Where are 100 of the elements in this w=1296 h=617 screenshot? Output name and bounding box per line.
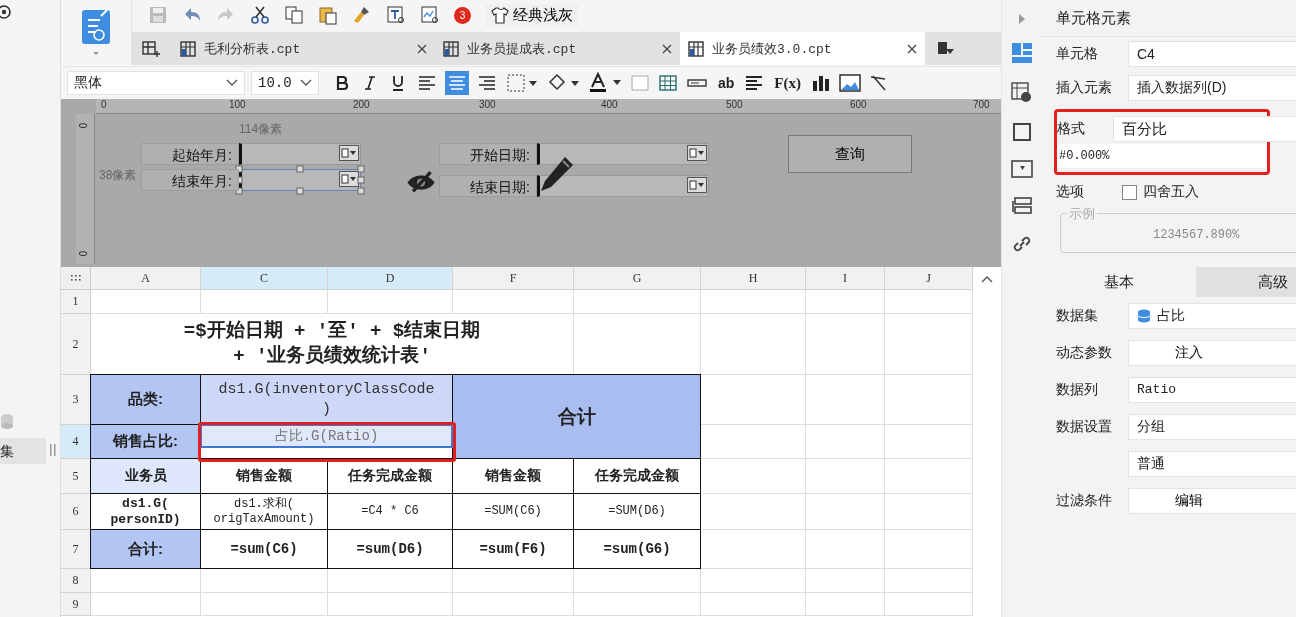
link-icon[interactable] xyxy=(1012,234,1032,254)
table-cell[interactable] xyxy=(201,593,328,616)
select-all-icon[interactable] xyxy=(70,274,81,282)
paste-icon[interactable] xyxy=(318,5,338,25)
cell-style-icon[interactable] xyxy=(629,72,651,94)
document-tab[interactable]: 业务员绩效3.0.cpt xyxy=(680,32,925,65)
table-cell[interactable] xyxy=(701,290,806,314)
table-cell[interactable]: 品类: xyxy=(90,374,201,425)
table-cell[interactable]: ds1.G(inventoryClassCode ) xyxy=(200,374,453,425)
table-cell[interactable]: 合计 xyxy=(452,374,701,459)
table-cell[interactable] xyxy=(885,375,973,425)
cell-element-icon[interactable] xyxy=(1011,42,1033,64)
row-header[interactable]: 5 xyxy=(61,459,91,494)
close-icon[interactable] xyxy=(907,43,917,54)
text-preview-icon[interactable] xyxy=(386,5,406,25)
calendar-dropdown-icon[interactable] xyxy=(339,145,359,161)
tab-list-icon[interactable] xyxy=(937,40,955,57)
table-cell[interactable] xyxy=(701,459,806,494)
rounding-checkbox[interactable]: 四舍五入 xyxy=(1122,183,1199,201)
table-cell[interactable]: 占比.G(Ratio) xyxy=(200,424,453,448)
image-icon[interactable] xyxy=(838,72,862,94)
eye-slash-icon[interactable] xyxy=(405,169,437,193)
table-cell[interactable] xyxy=(806,494,885,530)
panel-tab[interactable]: 高级 xyxy=(1196,267,1296,297)
table-cell[interactable] xyxy=(701,375,806,425)
calendar-dropdown-icon[interactable] xyxy=(687,145,707,161)
table-cell[interactable] xyxy=(885,494,973,530)
panel-item[interactable]: 集 xyxy=(0,438,46,464)
table-cell[interactable] xyxy=(701,494,806,530)
table-cell[interactable] xyxy=(91,290,201,314)
data-column-field[interactable]: Ratio xyxy=(1128,376,1296,403)
table-cell[interactable]: 合计: xyxy=(90,529,201,569)
document-tab[interactable]: 毛利分析表.cpt xyxy=(172,32,435,65)
chart-preview-icon[interactable] xyxy=(420,5,440,25)
table-cell[interactable] xyxy=(806,314,885,375)
column-header[interactable]: J xyxy=(885,267,973,290)
close-icon[interactable] xyxy=(417,43,427,54)
column-header[interactable]: A xyxy=(91,267,201,290)
table-cell[interactable]: =sum(G6) xyxy=(573,529,701,569)
widget-icon[interactable] xyxy=(1011,160,1033,178)
table-cell[interactable] xyxy=(885,290,973,314)
table-cell[interactable] xyxy=(885,569,973,593)
table-cell[interactable] xyxy=(885,530,973,569)
font-select[interactable]: 黑体 xyxy=(67,71,245,95)
dataset-select[interactable]: 占比 xyxy=(1128,302,1296,329)
formula-tool[interactable]: F(x) xyxy=(771,74,804,92)
row-header[interactable]: 3 xyxy=(61,375,91,425)
font-color-icon[interactable] xyxy=(587,71,623,95)
table-cell[interactable] xyxy=(806,290,885,314)
table-cell[interactable] xyxy=(91,569,201,593)
table-cell[interactable] xyxy=(701,593,806,616)
date-field[interactable] xyxy=(537,143,709,165)
text-tool[interactable]: ab xyxy=(715,75,738,91)
table-cell[interactable] xyxy=(453,593,574,616)
table-cell[interactable] xyxy=(701,425,806,459)
table-cell[interactable]: 销售占比: xyxy=(90,424,201,459)
cut-icon[interactable] xyxy=(250,5,270,25)
table-cell[interactable] xyxy=(201,569,328,593)
table-cell[interactable] xyxy=(701,314,806,375)
align-center-icon[interactable] xyxy=(445,71,469,95)
column-header[interactable]: I xyxy=(806,267,885,290)
table-cell[interactable] xyxy=(806,530,885,569)
table-cell[interactable] xyxy=(806,375,885,425)
table-cell[interactable] xyxy=(806,593,885,616)
row-header[interactable]: 1 xyxy=(61,290,91,314)
table-cell[interactable] xyxy=(701,530,806,569)
setting-select[interactable]: 分组 xyxy=(1128,413,1296,440)
table-cell[interactable] xyxy=(885,593,973,616)
cell-attribute-icon[interactable] xyxy=(1011,82,1033,104)
brush-icon[interactable] xyxy=(352,5,372,25)
column-header[interactable]: D xyxy=(328,267,453,290)
table-cell[interactable] xyxy=(328,290,453,314)
table-cell[interactable] xyxy=(574,569,701,593)
scroll-up-icon[interactable] xyxy=(981,275,993,283)
table-cell[interactable] xyxy=(885,314,973,375)
table-cell[interactable] xyxy=(574,593,701,616)
close-icon[interactable] xyxy=(662,43,672,54)
cell-field[interactable]: C4 xyxy=(1128,41,1296,67)
splitter-handle[interactable] xyxy=(50,444,56,456)
table-cell[interactable]: 业务员 xyxy=(90,458,201,494)
table-cell[interactable] xyxy=(885,425,973,459)
font-size-select[interactable]: 10.0 xyxy=(251,71,319,95)
table-cell[interactable] xyxy=(201,290,328,314)
target-icon[interactable] xyxy=(0,4,14,20)
insert-element-select[interactable]: 插入数据列(D) xyxy=(1128,75,1296,101)
row-header[interactable]: 4 xyxy=(61,425,91,459)
stack-icon[interactable] xyxy=(1011,196,1033,216)
collapse-arrow-icon[interactable] xyxy=(1018,14,1026,24)
format-select[interactable]: 百分比 xyxy=(1113,116,1296,142)
row-header[interactable]: 6 xyxy=(61,494,91,530)
panel-button[interactable]: 编辑 xyxy=(1128,487,1296,514)
table-cell[interactable] xyxy=(701,569,806,593)
query-button[interactable]: 查询 xyxy=(788,135,912,173)
setting-select[interactable]: 普通 xyxy=(1128,450,1296,477)
row-header[interactable]: 8 xyxy=(61,569,91,593)
calendar-dropdown-icon[interactable] xyxy=(687,177,707,193)
table-cell[interactable] xyxy=(453,569,574,593)
panel-button[interactable]: 注入 xyxy=(1128,339,1296,366)
pattern-field[interactable]: #0.000% xyxy=(1057,144,1267,168)
add-tab-icon[interactable] xyxy=(142,39,160,58)
